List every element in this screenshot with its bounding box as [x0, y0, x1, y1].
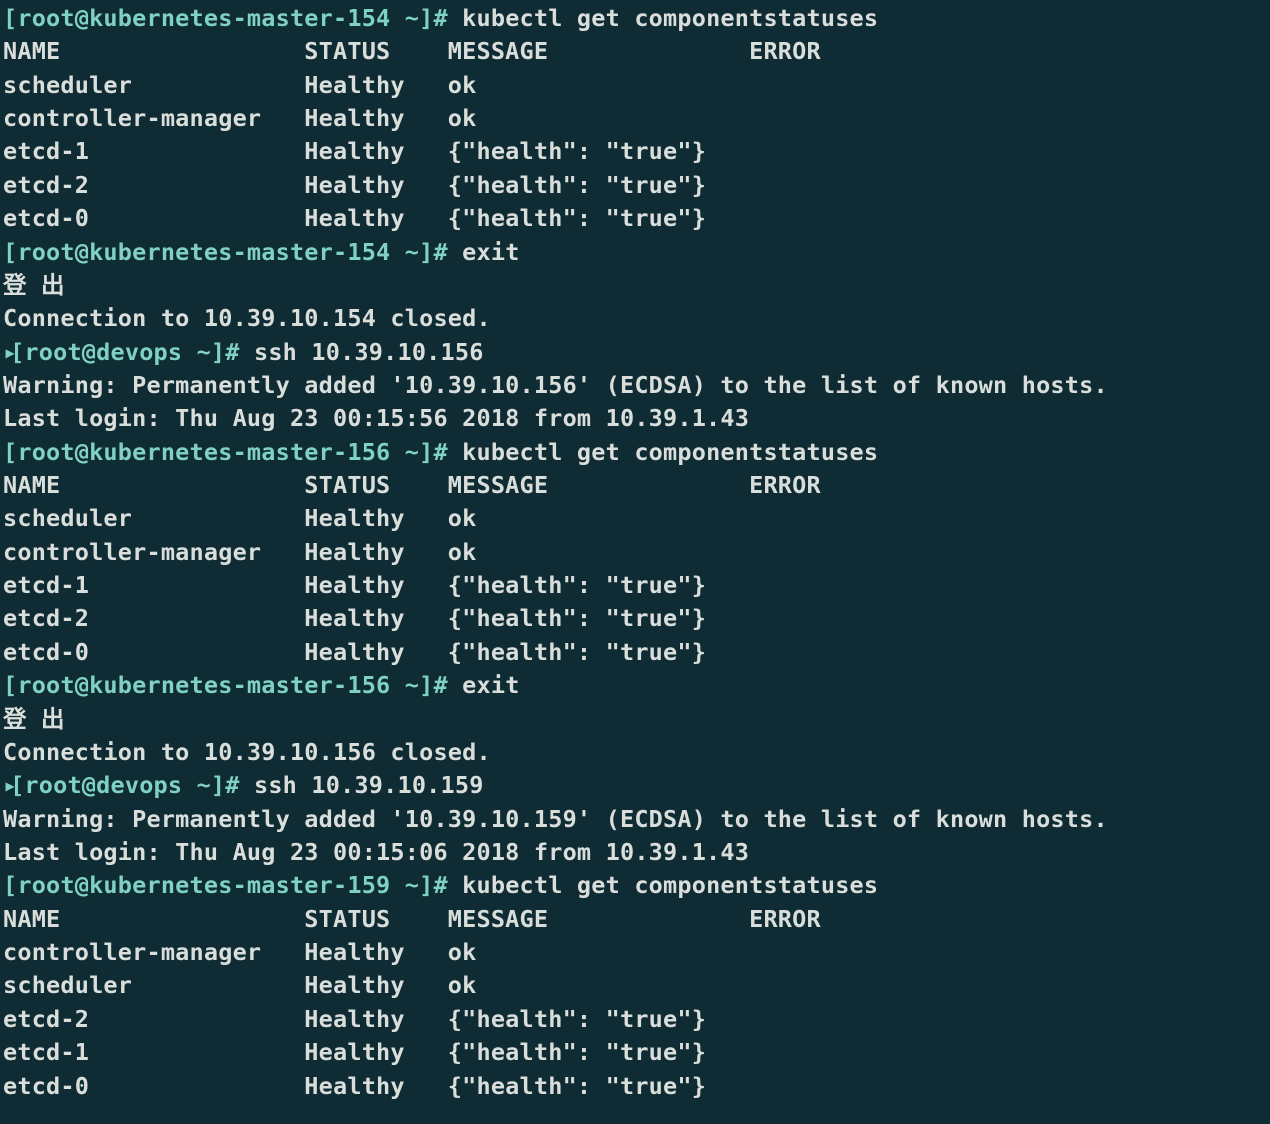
terminal-text: Last login: Thu Aug 23 00:15:06 2018 fro… — [3, 838, 749, 866]
selection-caret-icon: ▸ — [3, 769, 10, 802]
terminal-text: controller-manager Healthy ok — [3, 104, 477, 132]
terminal-line: Last login: Thu Aug 23 00:15:06 2018 fro… — [3, 836, 1267, 869]
terminal-text: NAME STATUS MESSAGE ERROR — [3, 905, 821, 933]
terminal-line: ▸[root@devops ~]# ssh 10.39.10.159 — [3, 769, 1267, 802]
terminal-text: NAME STATUS MESSAGE ERROR — [3, 471, 821, 499]
terminal-text: ssh 10.39.10.156 — [240, 338, 484, 366]
terminal-text: Warning: Permanently added '10.39.10.159… — [3, 805, 1108, 833]
terminal-text: Warning: Permanently added '10.39.10.156… — [3, 371, 1108, 399]
terminal-line: controller-manager Healthy ok — [3, 936, 1267, 969]
terminal-text: exit — [448, 671, 520, 699]
terminal-line: etcd-1 Healthy {"health": "true"} — [3, 1036, 1267, 1069]
shell-prompt: [root@kubernetes-master-156 ~]# — [3, 671, 448, 699]
terminal-text: scheduler Healthy ok — [3, 71, 477, 99]
terminal-text: Connection to 10.39.10.154 closed. — [3, 304, 491, 332]
shell-prompt: [root@devops ~]# — [10, 771, 240, 799]
terminal-line: etcd-2 Healthy {"health": "true"} — [3, 1003, 1267, 1036]
terminal-text: scheduler Healthy ok — [3, 504, 477, 532]
terminal-line: [root@kubernetes-master-154 ~]# exit — [3, 236, 1267, 269]
terminal-line: etcd-1 Healthy {"health": "true"} — [3, 569, 1267, 602]
terminal-text: controller-manager Healthy ok — [3, 538, 477, 566]
selection-caret-icon: ▸ — [3, 336, 10, 369]
terminal-text: Last login: Thu Aug 23 00:15:56 2018 fro… — [3, 404, 749, 432]
terminal-line: controller-manager Healthy ok — [3, 102, 1267, 135]
terminal-line: etcd-0 Healthy {"health": "true"} — [3, 202, 1267, 235]
terminal-text: etcd-0 Healthy {"health": "true"} — [3, 204, 706, 232]
terminal-text: etcd-0 Healthy {"health": "true"} — [3, 638, 706, 666]
terminal-line: etcd-0 Healthy {"health": "true"} — [3, 636, 1267, 669]
terminal-line: 登 出 — [3, 703, 1267, 736]
terminal-line: NAME STATUS MESSAGE ERROR — [3, 35, 1267, 68]
terminal-line: [root@kubernetes-master-156 ~]# kubectl … — [3, 436, 1267, 469]
terminal-text: ssh 10.39.10.159 — [240, 771, 484, 799]
terminal-line: NAME STATUS MESSAGE ERROR — [3, 903, 1267, 936]
terminal-line: 登 出 — [3, 269, 1267, 302]
terminal-line: [root@kubernetes-master-154 ~]# kubectl … — [3, 2, 1267, 35]
terminal-line: Connection to 10.39.10.154 closed. — [3, 302, 1267, 335]
terminal-line: NAME STATUS MESSAGE ERROR — [3, 469, 1267, 502]
terminal-line: scheduler Healthy ok — [3, 969, 1267, 1002]
terminal-line: ▸[root@devops ~]# ssh 10.39.10.156 — [3, 336, 1267, 369]
terminal-line: Warning: Permanently added '10.39.10.156… — [3, 369, 1267, 402]
terminal-text: 登 出 — [3, 271, 65, 299]
shell-prompt: [root@kubernetes-master-156 ~]# — [3, 438, 448, 466]
terminal-line: scheduler Healthy ok — [3, 69, 1267, 102]
terminal-text: Connection to 10.39.10.156 closed. — [3, 738, 491, 766]
terminal-text: exit — [448, 238, 520, 266]
terminal-text: scheduler Healthy ok — [3, 971, 477, 999]
terminal-line: [root@kubernetes-master-159 ~]# kubectl … — [3, 869, 1267, 902]
terminal-line: Warning: Permanently added '10.39.10.159… — [3, 803, 1267, 836]
terminal-line: Connection to 10.39.10.156 closed. — [3, 736, 1267, 769]
terminal-line: controller-manager Healthy ok — [3, 536, 1267, 569]
terminal-line: Last login: Thu Aug 23 00:15:56 2018 fro… — [3, 402, 1267, 435]
terminal-text: etcd-2 Healthy {"health": "true"} — [3, 604, 706, 632]
shell-prompt: [root@kubernetes-master-154 ~]# — [3, 4, 448, 32]
shell-prompt: [root@kubernetes-master-159 ~]# — [3, 871, 448, 899]
shell-prompt: [root@kubernetes-master-154 ~]# — [3, 238, 448, 266]
terminal-line: etcd-2 Healthy {"health": "true"} — [3, 169, 1267, 202]
terminal-text: 登 出 — [3, 705, 65, 733]
terminal-line: scheduler Healthy ok — [3, 502, 1267, 535]
terminal-text: NAME STATUS MESSAGE ERROR — [3, 37, 821, 65]
terminal-text: kubectl get componentstatuses — [448, 438, 878, 466]
terminal-text: kubectl get componentstatuses — [448, 4, 878, 32]
terminal-text: etcd-1 Healthy {"health": "true"} — [3, 571, 706, 599]
terminal-line: etcd-1 Healthy {"health": "true"} — [3, 135, 1267, 168]
terminal-line: [root@kubernetes-master-156 ~]# exit — [3, 669, 1267, 702]
shell-prompt: [root@devops ~]# — [10, 338, 240, 366]
terminal-text: controller-manager Healthy ok — [3, 938, 477, 966]
terminal-text: etcd-2 Healthy {"health": "true"} — [3, 1005, 706, 1033]
terminal-text: etcd-1 Healthy {"health": "true"} — [3, 137, 706, 165]
terminal-text: etcd-2 Healthy {"health": "true"} — [3, 171, 706, 199]
terminal-line: etcd-0 Healthy {"health": "true"} — [3, 1070, 1267, 1103]
terminal-text: etcd-1 Healthy {"health": "true"} — [3, 1038, 706, 1066]
terminal-text: etcd-0 Healthy {"health": "true"} — [3, 1072, 706, 1100]
terminal-line: etcd-2 Healthy {"health": "true"} — [3, 602, 1267, 635]
terminal-output[interactable]: [root@kubernetes-master-154 ~]# kubectl … — [3, 2, 1267, 1103]
terminal-text: kubectl get componentstatuses — [448, 871, 878, 899]
